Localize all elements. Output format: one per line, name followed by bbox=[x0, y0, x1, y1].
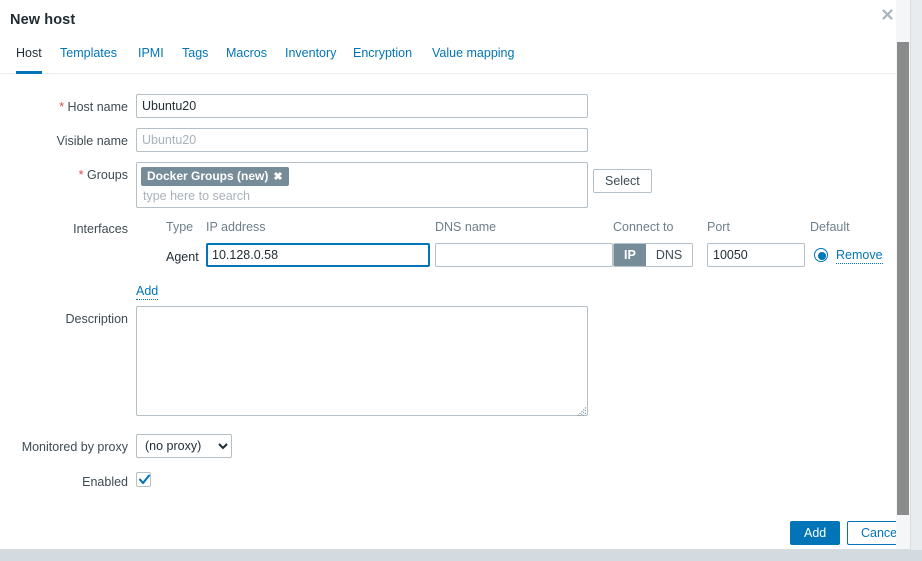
col-header-dns: DNS name bbox=[435, 220, 497, 234]
enabled-label: Enabled bbox=[82, 475, 128, 489]
new-host-dialog: New host Host Templates IPMI Tags Macros… bbox=[0, 0, 911, 550]
tab-templates[interactable]: Templates bbox=[60, 46, 117, 74]
page-background-right bbox=[910, 0, 922, 561]
visible-name-input[interactable] bbox=[136, 128, 588, 152]
required-marker: * bbox=[59, 100, 65, 114]
monitored-by-proxy-select[interactable]: (no proxy) bbox=[136, 434, 232, 458]
field-row-monitored-by-proxy: Monitored by proxy (no proxy) bbox=[0, 434, 896, 460]
host-name-label: * Host name bbox=[0, 99, 128, 115]
interfaces-label: Interfaces bbox=[73, 222, 128, 236]
interface-default-radio[interactable] bbox=[814, 248, 828, 262]
host-name-input[interactable] bbox=[136, 94, 588, 118]
page-background-bottom bbox=[0, 550, 922, 561]
col-header-ip: IP address bbox=[206, 220, 266, 234]
description-label: Description bbox=[65, 312, 128, 326]
tab-inventory[interactable]: Inventory bbox=[285, 46, 336, 74]
screen: New host Host Templates IPMI Tags Macros… bbox=[0, 0, 922, 561]
monitored-by-proxy-label: Monitored by proxy bbox=[21, 440, 128, 454]
interface-remove-link[interactable]: Remove bbox=[836, 248, 883, 264]
dialog-header: New host bbox=[0, 0, 910, 44]
tab-macros[interactable]: Macros bbox=[226, 46, 267, 74]
remove-chip-icon[interactable]: ✖ bbox=[273, 168, 282, 187]
interface-port-input[interactable] bbox=[707, 243, 805, 267]
tab-ipmi[interactable]: IPMI bbox=[138, 46, 164, 74]
field-row-enabled: Enabled bbox=[0, 472, 896, 492]
connect-to-option-dns[interactable]: DNS bbox=[645, 244, 693, 266]
tab-value-mapping[interactable]: Value mapping bbox=[432, 46, 514, 74]
field-row-host-name: * Host name bbox=[0, 94, 896, 120]
groups-search-placeholder[interactable]: type here to search bbox=[143, 189, 250, 203]
groups-multiselect[interactable]: Docker Groups (new) ✖ type here to search bbox=[136, 162, 588, 208]
field-row-groups: * Groups Docker Groups (new) ✖ type here … bbox=[0, 162, 896, 208]
field-row-interfaces: Interfaces Type IP address DNS name Conn… bbox=[0, 216, 896, 306]
interface-dns-input[interactable] bbox=[435, 243, 613, 267]
group-chip[interactable]: Docker Groups (new) ✖ bbox=[141, 167, 289, 186]
add-button[interactable]: Add bbox=[790, 521, 841, 545]
connect-to-option-ip[interactable]: IP bbox=[614, 244, 646, 266]
tab-encryption[interactable]: Encryption bbox=[353, 46, 412, 74]
required-marker: * bbox=[78, 168, 84, 182]
tab-tags[interactable]: Tags bbox=[182, 46, 208, 74]
interface-ip-input[interactable] bbox=[206, 243, 430, 267]
close-icon[interactable] bbox=[877, 5, 897, 25]
close-glyph bbox=[881, 9, 893, 20]
col-header-connect-to: Connect to bbox=[613, 220, 674, 234]
tab-host[interactable]: Host bbox=[16, 46, 42, 74]
field-row-description: Description bbox=[0, 306, 896, 417]
visible-name-label: Visible name bbox=[56, 134, 128, 148]
dialog-scrollbar-track[interactable] bbox=[896, 0, 910, 549]
description-textarea[interactable] bbox=[136, 306, 588, 416]
tab-bar: Host Templates IPMI Tags Macros Inventor… bbox=[0, 46, 896, 74]
group-chip-label: Docker Groups (new) bbox=[147, 169, 269, 183]
interface-type: Agent bbox=[166, 250, 199, 264]
groups-label-text: Groups bbox=[87, 168, 128, 182]
col-header-port: Port bbox=[707, 220, 730, 234]
field-row-visible-name: Visible name bbox=[0, 128, 896, 154]
groups-label: * Groups bbox=[0, 167, 128, 183]
add-interface-link[interactable]: Add bbox=[136, 284, 159, 300]
checkmark-icon bbox=[138, 474, 151, 485]
select-button[interactable]: Select bbox=[593, 169, 652, 193]
host-name-label-text: Host name bbox=[67, 100, 128, 114]
col-header-default: Default bbox=[810, 220, 850, 234]
col-header-type: Type bbox=[166, 220, 194, 234]
enabled-checkbox[interactable] bbox=[136, 472, 151, 487]
dialog-scrollbar-thumb[interactable] bbox=[897, 42, 909, 515]
connect-to-toggle[interactable]: IP DNS bbox=[613, 243, 694, 267]
page-title: New host bbox=[10, 12, 76, 28]
